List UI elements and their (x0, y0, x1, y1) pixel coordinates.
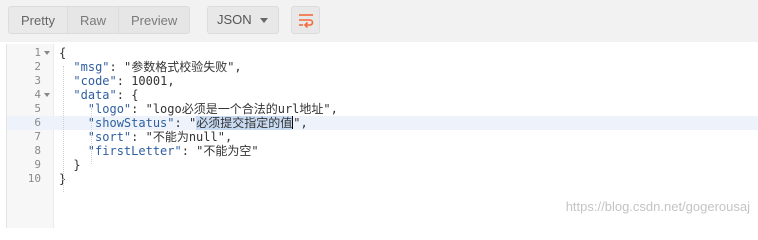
selected-text: 必须提交指定的值 (196, 116, 293, 130)
json-token: , (234, 60, 242, 74)
json-token: : (131, 130, 146, 144)
line-number: 3 (34, 74, 41, 87)
json-token: : (116, 74, 132, 88)
code-line[interactable]: 10} (7, 172, 758, 186)
json-key: "code" (73, 74, 117, 88)
json-token: , (224, 130, 233, 144)
line-number: 4 (34, 88, 41, 101)
json-token: : (109, 60, 124, 74)
json-key: "showStatus" (87, 116, 175, 130)
watermark-text: https://blog.csdn.net/gogerousaj (565, 199, 750, 214)
json-key: "sort" (87, 130, 132, 144)
fold-toggle-icon[interactable] (44, 51, 50, 55)
json-token: } (73, 158, 81, 172)
line-number: 7 (34, 130, 41, 143)
code-line[interactable]: 1{ (7, 46, 758, 60)
json-token: "参数格式校验失败" (123, 60, 235, 74)
json-token: : { (116, 88, 139, 102)
line-number: 5 (34, 102, 41, 115)
code-text: { (59, 46, 66, 60)
json-token: , (330, 102, 338, 116)
indent-guide (63, 66, 64, 192)
json-key: "data" (73, 88, 117, 102)
code-line[interactable]: 9} (7, 158, 758, 172)
format-select[interactable]: JSON (207, 6, 279, 34)
code-text: } (73, 158, 80, 172)
line-number: 10 (27, 172, 41, 185)
json-token: : (181, 144, 197, 158)
tab-preview[interactable]: Preview (117, 6, 191, 34)
fold-toggle-icon[interactable] (44, 93, 50, 97)
response-toolbar: Pretty Raw Preview JSON (0, 0, 758, 42)
json-token: { (59, 46, 67, 60)
json-key: "logo" (87, 102, 132, 116)
tab-raw[interactable]: Raw (66, 6, 119, 34)
tab-pretty[interactable]: Pretty (8, 6, 68, 34)
code-line[interactable]: 6 "showStatus": "必须提交指定的值", (7, 116, 758, 130)
line-number: 9 (34, 158, 41, 171)
json-token: "不能为null" (145, 130, 225, 144)
line-number: 2 (34, 60, 41, 73)
code-text: "logo": "logo必须是一个合法的url地址", (88, 102, 338, 116)
line-number: 6 (34, 116, 41, 129)
json-token: , (167, 74, 175, 88)
json-token: : (174, 116, 189, 130)
json-key: "msg" (73, 60, 110, 74)
chevron-down-icon (260, 18, 268, 23)
code-line[interactable]: 8 "firstLetter": "不能为空" (7, 144, 758, 158)
json-token: , (300, 116, 308, 130)
json-token: "logo必须是一个合法的url地址" (145, 102, 331, 116)
code-text: "msg": "参数格式校验失败", (73, 60, 241, 74)
json-token: 10001 (131, 74, 168, 88)
json-token: "不能为空" (196, 144, 259, 158)
code-text: "data": { (73, 88, 138, 102)
line-number: 1 (34, 46, 41, 59)
code-text: "showStatus": "必须提交指定的值", (88, 116, 308, 130)
json-key: "firstLetter" (87, 144, 182, 158)
wrap-lines-button[interactable] (291, 6, 320, 34)
view-mode-tabs: Pretty Raw Preview (8, 6, 191, 34)
line-number: 8 (34, 144, 41, 157)
wrap-lines-icon (299, 14, 314, 28)
code-line[interactable]: 4 "data": { (7, 88, 758, 102)
code-text: "sort": "不能为null", (88, 130, 232, 144)
code-line[interactable]: 2 "msg": "参数格式校验失败", (7, 60, 758, 74)
format-select-value: JSON (217, 12, 252, 27)
code-line[interactable]: 5 "logo": "logo必须是一个合法的url地址", (7, 102, 758, 116)
code-line[interactable]: 3 "code": 10001, (7, 74, 758, 88)
code-text: "firstLetter": "不能为空" (88, 144, 259, 158)
indent-guide (91, 108, 92, 164)
code-text: "code": 10001, (73, 74, 174, 88)
code-line[interactable]: 7 "sort": "不能为null", (7, 130, 758, 144)
json-token: : (131, 102, 146, 116)
